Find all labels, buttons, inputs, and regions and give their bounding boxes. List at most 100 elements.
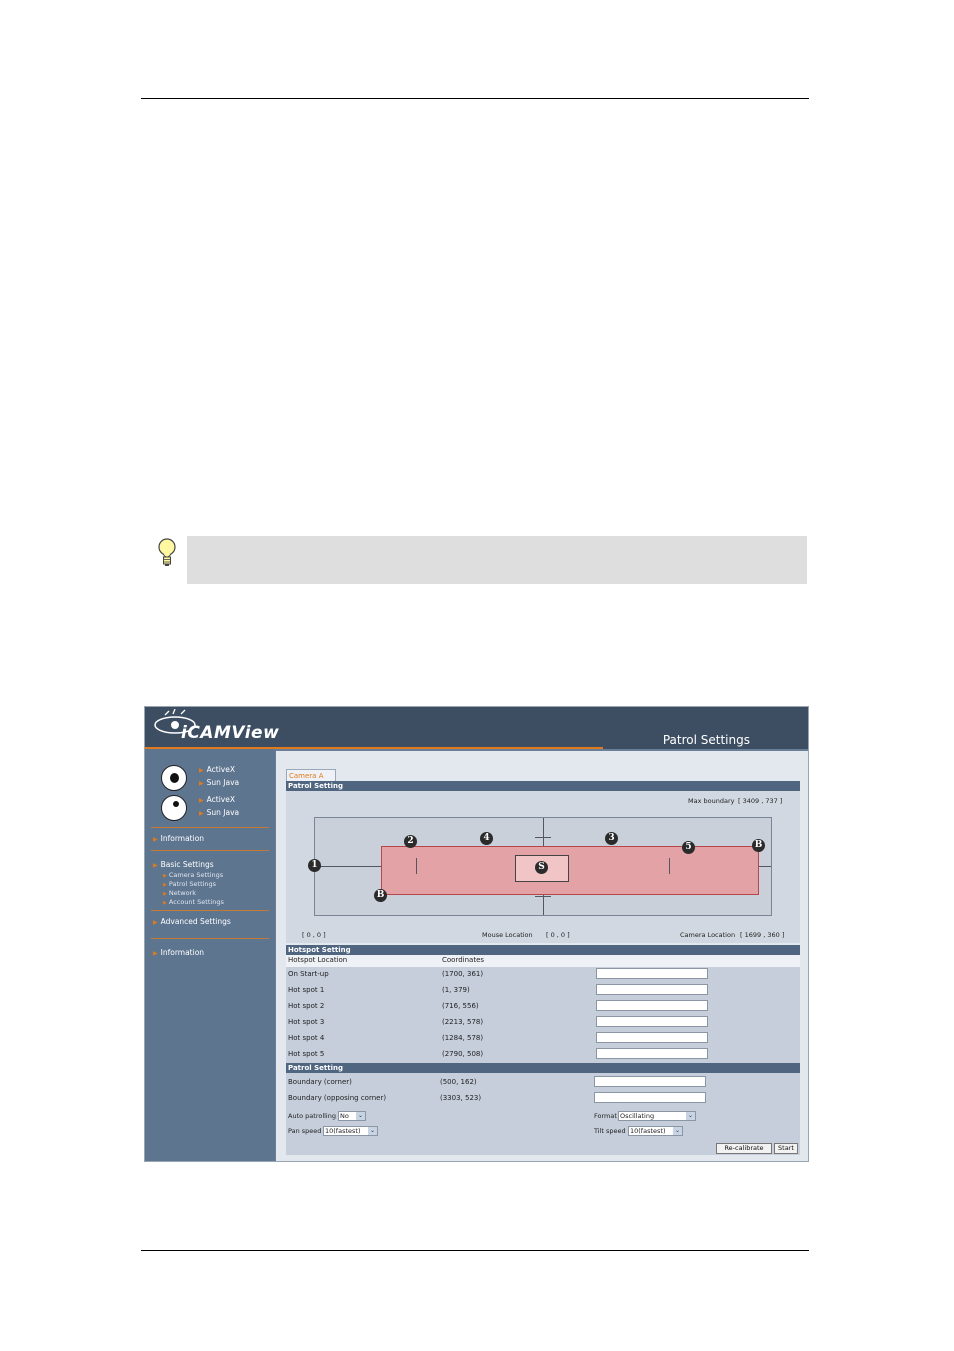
table-row: Hot spot 4 (1284, 578): [286, 1031, 800, 1047]
sidebar-item-activex-2[interactable]: ▶ ActiveX: [199, 795, 235, 804]
pan-speed-select[interactable]: 10(fastest) ⌄: [323, 1126, 378, 1136]
tick-top: [535, 837, 551, 838]
patrol-setting-header: Patrol Setting: [286, 1063, 800, 1073]
hotspot-input[interactable]: [596, 1032, 708, 1043]
boundary-corner-marker: B: [374, 889, 387, 902]
table-row: Boundary (opposing corner) (3303, 523): [286, 1091, 800, 1107]
hotspot-label: Hot spot 1: [288, 986, 325, 994]
hotspot-4-marker: 4: [480, 832, 493, 845]
hotspot-label: Hot spot 3: [288, 1018, 325, 1026]
table-row: Hot spot 5 (2790, 508): [286, 1047, 800, 1063]
hotspot-label: Hot spot 5: [288, 1050, 325, 1058]
java-camera-icon: [161, 795, 187, 821]
table-row: Hot spot 3 (2213, 578): [286, 1015, 800, 1031]
hotspot-coords: (716, 556): [442, 1002, 479, 1010]
hotspot-1-marker: 1: [308, 859, 321, 872]
hotspot-input[interactable]: [596, 1000, 708, 1011]
sidebar-subitem-account-settings[interactable]: ▶ Account Settings: [163, 898, 224, 906]
auto-patrolling-label: Auto patrolling: [288, 1112, 336, 1120]
hotspot-input[interactable]: [596, 1016, 708, 1027]
table-row: Hot spot 2 (716, 556): [286, 999, 800, 1015]
patrol-grid[interactable]: S 1 2 4 3 5 B B: [308, 817, 772, 916]
sidebar-subitem-camera-settings[interactable]: ▶ Camera Settings: [163, 871, 223, 879]
hotspot-label: On Start-up: [288, 970, 329, 978]
hotspot-coords: (2213, 578): [442, 1018, 484, 1026]
patrol-settings-screenshot: iCAMView Patrol Settings ▶ ActiveX ▶ Sun J…: [144, 706, 809, 1162]
format-select[interactable]: Oscillating ⌄: [618, 1111, 696, 1121]
hotspot-coords: (1284, 578): [442, 1034, 484, 1042]
boundary-input[interactable]: [594, 1076, 706, 1087]
sidebar-subitem-patrol-settings[interactable]: ▶ Patrol Settings: [163, 880, 216, 888]
hotspot-label: Hot spot 2: [288, 1002, 325, 1010]
sidebar-item-advanced-settings[interactable]: ▶ Advanced Settings: [153, 917, 231, 926]
coordinates-header: Coordinates: [442, 956, 485, 964]
table-row: Hot spot 1 (1, 379): [286, 983, 800, 999]
mouse-location-label: Mouse Location: [482, 931, 533, 939]
lightbulb-icon: [158, 538, 176, 566]
tilt-speed-value: 10(fastest): [630, 1127, 666, 1135]
sidebar-divider: [151, 850, 269, 851]
patrol-boundary-rect: [381, 846, 759, 895]
auto-patrolling-select[interactable]: No ⌄: [338, 1111, 366, 1121]
page-title: Patrol Settings: [662, 733, 750, 747]
table-row: Boundary (corner) (500, 162): [286, 1075, 800, 1091]
sidebar-item-activex[interactable]: ▶ ActiveX: [199, 765, 235, 774]
hotspot-coords: (1, 379): [442, 986, 470, 994]
tick-bottom: [535, 896, 551, 897]
hotspot-header-row: Hotspot Location Coordinates: [286, 955, 800, 967]
hotspot-coords: (2790, 508): [442, 1050, 484, 1058]
boundary-label: Boundary (opposing corner): [288, 1094, 387, 1102]
tick-left: [416, 858, 417, 874]
pan-speed-label: Pan speed: [288, 1127, 322, 1135]
app-header: iCAMView Patrol Settings: [145, 707, 808, 749]
sidebar: ▶ ActiveX ▶ Sun Java ▶ ActiveX ▶ Sun Java ▶ I…: [145, 749, 275, 1161]
patrol-section-header: Patrol Setting: [286, 781, 800, 791]
chevron-down-icon: ⌄: [673, 1127, 682, 1135]
format-value: Oscillating: [620, 1112, 655, 1120]
hotspot-label: Hot spot 4: [288, 1034, 325, 1042]
table-row: On Start-up (1700, 361): [286, 967, 800, 983]
boundary-coords: (500, 162): [440, 1078, 477, 1086]
hotspot-5-marker: 5: [682, 841, 695, 854]
boundary-label: Boundary (corner): [288, 1078, 352, 1086]
hotspot-input[interactable]: [596, 968, 708, 979]
patrol-map-area[interactable]: Max boundary [ 3409 , 737 ] S 1 2 4 3 5 …: [286, 791, 800, 943]
auto-patrolling-value: No: [340, 1112, 349, 1120]
chevron-down-icon: ⌄: [356, 1112, 365, 1120]
boundary-coords: (3303, 523): [440, 1094, 482, 1102]
origin-label: [ 0 , 0 ]: [302, 931, 326, 939]
activex-camera-icon: [161, 765, 187, 791]
sidebar-divider: [151, 827, 269, 828]
sidebar-item-information[interactable]: ▶ Information: [153, 834, 204, 843]
tab-camera-a[interactable]: Camera A: [286, 769, 336, 781]
hotspot-location-header: Hotspot Location: [288, 956, 348, 964]
sidebar-item-information-2[interactable]: ▶ Information: [153, 948, 204, 957]
bottom-rule: [141, 1250, 809, 1251]
start-marker: S: [535, 861, 548, 874]
tick-right: [669, 858, 670, 874]
recalibrate-button[interactable]: Re-calibrate: [716, 1143, 772, 1154]
format-label: Format: [594, 1112, 617, 1120]
boundary-opposing-marker: B: [752, 839, 765, 852]
start-button[interactable]: Start: [774, 1143, 798, 1154]
hotspot-input[interactable]: [596, 984, 708, 995]
camera-location-label: Camera Location: [680, 931, 736, 939]
sidebar-subitem-network[interactable]: ▶ Network: [163, 889, 196, 897]
tilt-speed-select[interactable]: 10(fastest) ⌄: [628, 1126, 683, 1136]
hotspot-coords: (1700, 361): [442, 970, 484, 978]
sidebar-item-basic-settings[interactable]: ▶ Basic Settings: [153, 860, 214, 869]
mouse-location-value: [ 0 , 0 ]: [546, 931, 570, 939]
tilt-speed-label: Tilt speed: [594, 1127, 626, 1135]
boundary-input[interactable]: [594, 1092, 706, 1103]
sidebar-item-sun-java[interactable]: ▶ Sun Java: [199, 778, 239, 787]
sidebar-item-sun-java-2[interactable]: ▶ Sun Java: [199, 808, 239, 817]
camera-location-value: [ 1699 , 360 ]: [740, 931, 785, 939]
tip-box: [187, 536, 807, 584]
sidebar-divider: [151, 938, 269, 939]
hotspot-3-marker: 3: [605, 832, 618, 845]
hotspot-2-marker: 2: [404, 835, 417, 848]
top-rule: [141, 98, 809, 99]
chevron-down-icon: ⌄: [686, 1112, 695, 1120]
chevron-down-icon: ⌄: [368, 1127, 377, 1135]
hotspot-input[interactable]: [596, 1048, 708, 1059]
